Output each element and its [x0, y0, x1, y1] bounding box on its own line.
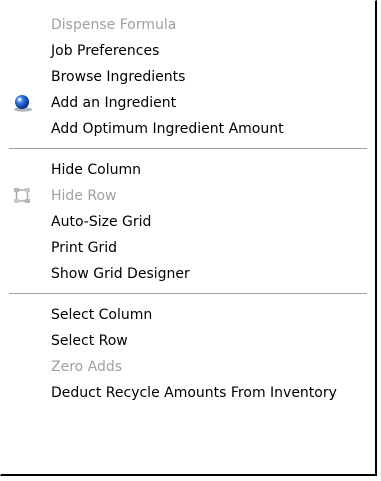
menu-item-add-optimum-ingredient-amount[interactable]: Add Optimum Ingredient Amount — [3, 116, 373, 142]
context-menu: Dispense Formula Job Preferences Browse … — [0, 0, 377, 476]
menu-item-browse-ingredients[interactable]: Browse Ingredients — [3, 64, 373, 90]
menu-item-select-column[interactable]: Select Column — [3, 302, 373, 328]
menu-item-select-row[interactable]: Select Row — [3, 328, 373, 354]
menu-item-hide-column[interactable]: Hide Column — [3, 157, 373, 183]
menu-item-label: Dispense Formula — [51, 17, 177, 33]
menu-separator — [9, 148, 367, 150]
menu-item-job-preferences[interactable]: Job Preferences — [3, 38, 373, 64]
menu-item-label: Zero Adds — [51, 359, 123, 375]
menu-item-label: Select Column — [51, 307, 153, 323]
menu-item-dispense-formula[interactable]: Dispense Formula — [3, 12, 373, 38]
menu-item-label: Add Optimum Ingredient Amount — [51, 121, 284, 137]
menu-item-add-ingredient[interactable]: Add an Ingredient — [3, 90, 373, 116]
blue-sphere-icon — [13, 94, 33, 112]
menu-item-label: Hide Column — [51, 162, 141, 178]
hide-row-icon — [13, 187, 33, 205]
menu-item-label: Print Grid — [51, 240, 118, 256]
menu-item-label: Auto-Size Grid — [51, 214, 152, 230]
menu-item-label: Hide Row — [51, 188, 117, 204]
menu-item-label: Job Preferences — [51, 43, 160, 59]
menu-item-label: Add an Ingredient — [51, 95, 177, 111]
menu-item-show-grid-designer[interactable]: Show Grid Designer — [3, 261, 373, 287]
menu-item-label: Show Grid Designer — [51, 266, 190, 282]
menu-separator — [9, 293, 367, 295]
menu-item-label: Select Row — [51, 333, 128, 349]
menu-item-label: Browse Ingredients — [51, 69, 186, 85]
menu-item-print-grid[interactable]: Print Grid — [3, 235, 373, 261]
menu-item-auto-size-grid[interactable]: Auto-Size Grid — [3, 209, 373, 235]
menu-item-deduct-recycle-amounts[interactable]: Deduct Recycle Amounts From Inventory — [3, 380, 373, 406]
menu-item-label: Deduct Recycle Amounts From Inventory — [51, 385, 337, 401]
menu-item-hide-row[interactable]: Hide Row — [3, 183, 373, 209]
menu-item-zero-adds[interactable]: Zero Adds — [3, 354, 373, 380]
